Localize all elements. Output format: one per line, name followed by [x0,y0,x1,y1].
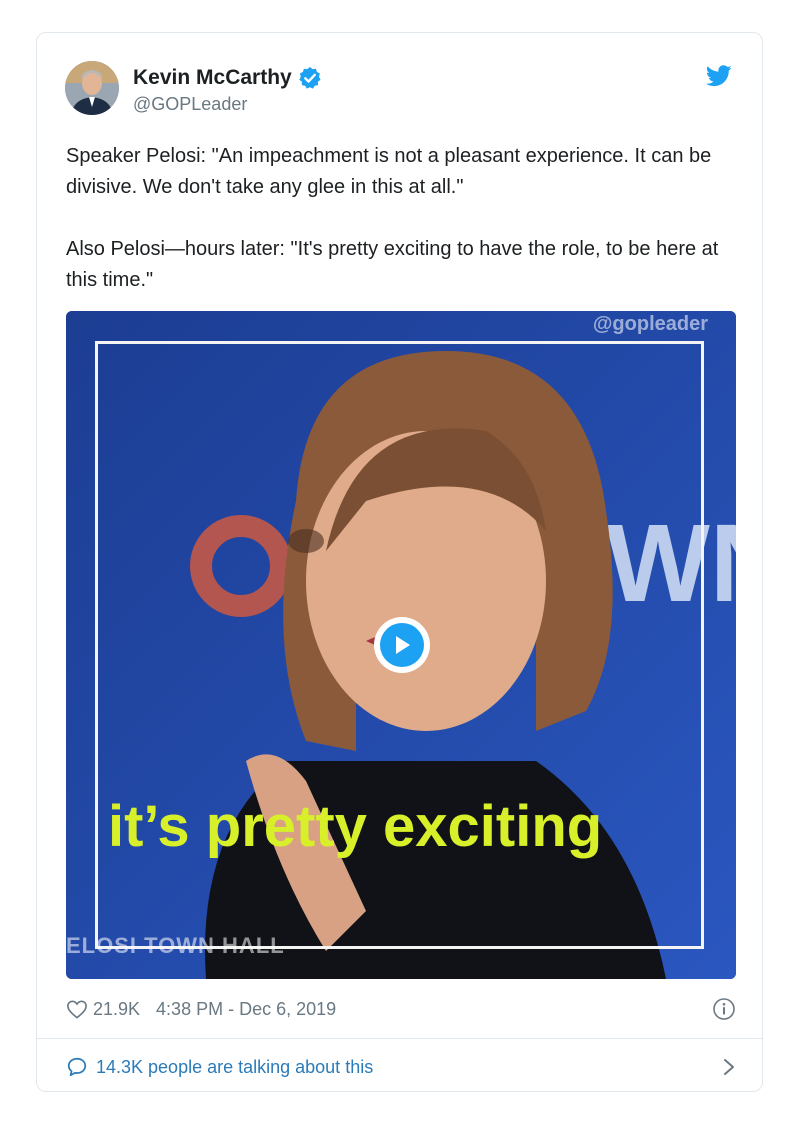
play-icon [380,623,424,667]
info-icon[interactable] [712,997,736,1021]
video-caption: it’s pretty exciting [108,794,603,859]
tweet-meta: 21.9K 4:38 PM - Dec 6, 2019 [66,995,736,1023]
chevron-right-icon [724,1059,734,1075]
like-button[interactable]: 21.9K [66,999,140,1020]
reply-bubble-icon [67,1057,87,1077]
heart-icon [67,1000,87,1019]
divider [37,1038,762,1039]
like-count: 21.9K [93,998,141,1019]
tweet-timestamp[interactable]: 4:38 PM - Dec 6, 2019 [156,999,336,1020]
tweet-text: Speaker Pelosi: "An impeachment is not a… [66,141,736,296]
avatar[interactable] [65,61,119,115]
author-handle[interactable]: @GOPLeader [133,94,247,115]
video-lower-third: ELOSI TOWN HALL [66,933,285,958]
author-name-row[interactable]: Kevin McCarthy [133,66,322,90]
author-display-name[interactable]: Kevin McCarthy [133,66,292,90]
twitter-bird-icon[interactable] [706,65,732,87]
video-player[interactable]: WN @gopleader it’s pretty exciting ELOSI… [66,311,736,979]
play-button[interactable] [374,617,430,673]
verified-badge-icon [299,67,321,89]
tweet-card: Kevin McCarthy @GOPLeader Speaker Pelosi… [36,32,763,1092]
conversation-link[interactable]: 14.3K people are talking about this [66,1053,736,1081]
tweet-paragraph-1: Speaker Pelosi: "An impeachment is not a… [66,145,712,198]
conversation-text: 14.3K people are talking about this [96,1056,374,1077]
video-watermark: @gopleader [592,313,708,335]
tweet-paragraph-2: Also Pelosi—hours later: "It's pretty ex… [66,238,719,291]
